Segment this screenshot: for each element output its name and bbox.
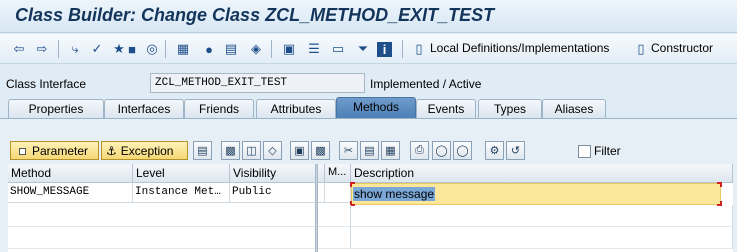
description-input[interactable]: show message <box>351 183 721 205</box>
empty-row[interactable] <box>351 227 733 249</box>
tab-types[interactable]: Types <box>478 99 542 118</box>
exception-label: Exception <box>120 144 174 158</box>
tab-strip: Properties Interfaces Friends Attributes… <box>0 97 737 118</box>
selection-corner <box>350 182 355 187</box>
cell-m[interactable] <box>325 183 351 203</box>
tab-interfaces[interactable]: Interfaces <box>104 99 184 118</box>
check-icon[interactable]: ✓ <box>88 40 106 58</box>
print-icon[interactable]: ⎙ <box>410 141 429 160</box>
forward-icon[interactable]: ⇨ <box>33 40 51 58</box>
back-icon[interactable]: ⇦ <box>10 40 28 58</box>
find-next-icon[interactable]: ◯ <box>453 141 472 160</box>
empty-row[interactable] <box>8 227 351 249</box>
settings-icon[interactable]: ⚙ <box>485 141 504 160</box>
cell-method[interactable]: SHOW_MESSAGE <box>8 183 133 203</box>
activate-icon[interactable]: ■ <box>123 40 141 58</box>
find-icon[interactable]: ◯ <box>432 141 451 160</box>
move-icon[interactable]: ◇ <box>263 141 282 160</box>
copy-icon[interactable]: ◫ <box>242 141 261 160</box>
tab-properties[interactable]: Properties <box>8 99 104 118</box>
where-used-icon[interactable]: ◎ <box>143 40 161 58</box>
application-toolbar: ⇦ ⇨ ⤷ ✓ ★ ■ ◎ ▦ ● ▤ ◈ ▣ ☰ ▭ ⏷ i ▯ Local … <box>0 34 737 64</box>
cell-level[interactable]: Instance Met… <box>133 183 230 203</box>
tab-attributes[interactable]: Attributes <box>256 99 336 118</box>
tab-events[interactable]: Events <box>416 99 476 118</box>
empty-row[interactable] <box>351 205 733 227</box>
tree-icon[interactable]: ▭ <box>329 40 347 58</box>
local-definitions-button[interactable]: Local Definitions/Implementations <box>430 41 609 55</box>
tab-aliases[interactable]: Aliases <box>542 99 606 118</box>
parameter-icon <box>19 148 26 155</box>
local-definitions-icon[interactable]: ▯ <box>410 40 428 58</box>
other-object-icon[interactable]: ⤷ <box>66 40 84 58</box>
class-interface-row: Class Interface ZCL_METHOD_EXIT_TEST Imp… <box>0 70 737 96</box>
exception-button[interactable]: ⚓ Exception <box>101 141 188 160</box>
constructor-button[interactable]: Constructor <box>651 41 713 55</box>
constructor-icon[interactable]: ▯ <box>632 40 650 58</box>
parameter-label: Parameter <box>32 144 89 158</box>
filter-icon[interactable]: ⏷ <box>354 40 372 58</box>
window-icon[interactable]: ▤ <box>222 40 240 58</box>
methods-toolbar: Parameter ⚓ Exception ▤ ▩ ◫ ◇ ▣ ▩ ✂ ▤ ▦ ⎙… <box>0 138 737 162</box>
insert-row-icon[interactable]: ▣ <box>290 141 309 160</box>
cell-visibility[interactable]: Public <box>230 183 325 203</box>
superclass-icon[interactable]: ☰ <box>305 40 323 58</box>
navigation-icon[interactable]: ◈ <box>247 40 265 58</box>
tab-methods[interactable]: Methods <box>336 97 416 118</box>
selection-corner <box>717 182 722 187</box>
column-header-method[interactable]: Method <box>8 164 133 183</box>
description-selected-text: show message <box>353 187 436 201</box>
column-header-m[interactable]: M... <box>325 164 351 183</box>
class-status: Implemented / Active <box>370 77 482 91</box>
column-header-level[interactable]: Level <box>133 164 230 183</box>
cut-icon[interactable]: ✂ <box>339 141 358 160</box>
tab-friends[interactable]: Friends <box>184 99 254 118</box>
filter-label: Filter <box>594 144 621 158</box>
class-interface-label: Class Interface <box>6 77 87 91</box>
detail-view-icon[interactable]: ▩ <box>221 141 240 160</box>
separator <box>271 40 272 58</box>
separator <box>402 40 403 58</box>
filter-checkbox[interactable] <box>578 145 591 158</box>
delete-row-icon[interactable]: ▩ <box>311 141 330 160</box>
source-code-icon[interactable]: ▤ <box>193 141 212 160</box>
bulb-icon[interactable]: ● <box>200 40 218 58</box>
paste-icon[interactable]: ▦ <box>381 141 400 160</box>
class-interface-field[interactable]: ZCL_METHOD_EXIT_TEST <box>150 73 365 93</box>
display-object-list-icon[interactable]: ▦ <box>174 40 192 58</box>
window-title: Class Builder: Change Class ZCL_METHOD_E… <box>15 5 495 25</box>
separator <box>58 40 59 58</box>
column-header-visibility[interactable]: Visibility <box>230 164 325 183</box>
separator <box>165 40 166 58</box>
empty-row[interactable] <box>8 205 351 227</box>
hierarchy-icon[interactable]: ▣ <box>280 40 298 58</box>
parameter-button[interactable]: Parameter <box>10 141 99 160</box>
undo-icon[interactable]: ↺ <box>506 141 525 160</box>
info-icon[interactable]: i <box>377 42 392 57</box>
exception-icon: ⚓ <box>106 144 117 158</box>
title-bar: Class Builder: Change Class ZCL_METHOD_E… <box>0 0 737 33</box>
copy-text-icon[interactable]: ▤ <box>360 141 379 160</box>
methods-table: Method Level Visibility M... Description… <box>8 164 733 252</box>
column-splitter[interactable] <box>315 164 318 252</box>
column-header-description[interactable]: Description <box>351 164 733 183</box>
